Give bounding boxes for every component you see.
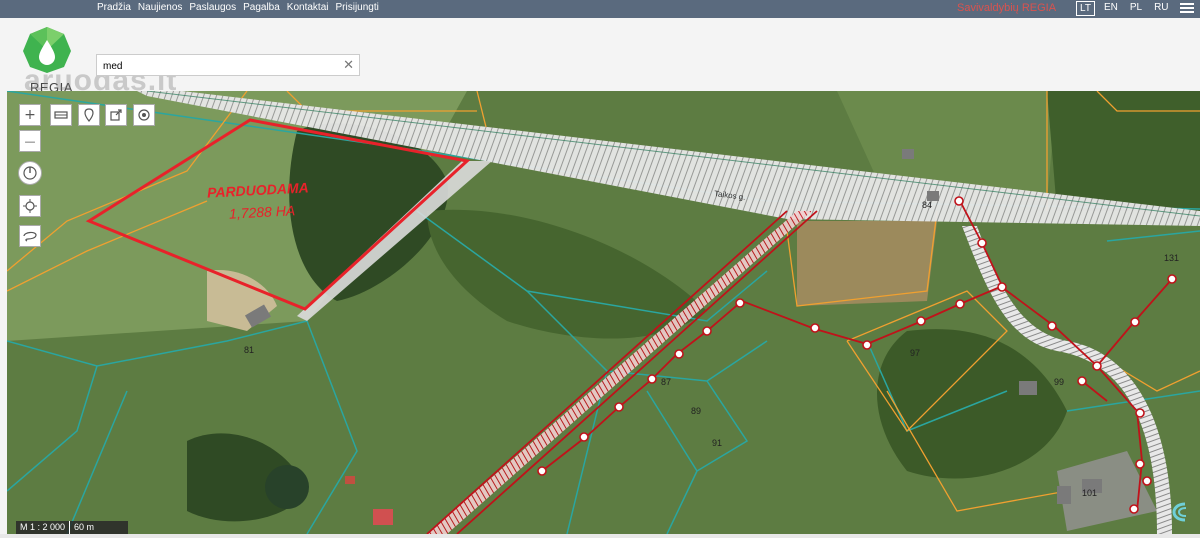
- pin-icon[interactable]: [78, 104, 100, 126]
- close-icon[interactable]: ✕: [343, 57, 354, 73]
- parcel-number: 84: [922, 200, 933, 210]
- lang-en[interactable]: EN: [1101, 1, 1121, 16]
- zoom-out-button[interactable]: —: [19, 130, 41, 152]
- parcel-number: 81: [244, 345, 255, 355]
- brand-title[interactable]: Savivaldybių REGIA: [957, 2, 1056, 14]
- lang-lt[interactable]: LT: [1076, 1, 1095, 16]
- parcel-number: 99: [1054, 377, 1065, 387]
- header: REGIA aruodas.lt ✕: [0, 18, 1200, 97]
- scale-distance: 60 m: [69, 521, 128, 534]
- zoom-in-button[interactable]: +: [19, 104, 41, 126]
- parcel-number: 131: [1164, 253, 1180, 263]
- parcel-number: 89: [691, 406, 702, 416]
- compass-icon[interactable]: [18, 161, 42, 185]
- nav-item-pagalba[interactable]: Pagalba: [243, 2, 280, 13]
- map-scale: M 1 : 2 000 60 m: [16, 521, 129, 534]
- export-icon[interactable]: [105, 104, 127, 126]
- layers-icon[interactable]: [50, 104, 72, 126]
- parcel-number: 101: [1082, 488, 1098, 498]
- search-box: ✕: [96, 54, 360, 76]
- language-switcher: LT EN PL RU: [1076, 1, 1172, 16]
- target-icon[interactable]: [133, 104, 155, 126]
- nav-item-paslaugos[interactable]: Paslaugos: [189, 2, 236, 13]
- nav-item-pradzia[interactable]: Pradžia: [97, 2, 131, 13]
- lang-pl[interactable]: PL: [1127, 1, 1145, 16]
- map-view[interactable]: PARDUODAMA 1,7288 HA Taikos g. 81 87 89 …: [7, 91, 1200, 534]
- locate-icon[interactable]: [19, 195, 41, 217]
- search-input[interactable]: [101, 57, 340, 75]
- attribution-logo-icon: [1172, 502, 1187, 522]
- lasso-icon[interactable]: [19, 225, 41, 247]
- parcel-number: 87: [661, 377, 672, 387]
- top-bar: Pradžia Naujienos Paslaugos Pagalba Kont…: [0, 0, 1200, 18]
- nav-item-kontaktai[interactable]: Kontaktai: [287, 2, 329, 13]
- scale-ratio: M 1 : 2 000: [20, 522, 66, 532]
- nav-item-naujienos[interactable]: Naujienos: [138, 2, 182, 13]
- map-canvas[interactable]: [7, 91, 1200, 534]
- nav-item-prisijungti[interactable]: Prisijungti: [336, 2, 379, 13]
- hamburger-menu-icon[interactable]: [1180, 1, 1194, 15]
- parcel-number: 97: [910, 348, 921, 358]
- main-nav: Pradžia Naujienos Paslaugos Pagalba Kont…: [97, 2, 386, 13]
- lang-ru[interactable]: RU: [1151, 1, 1171, 16]
- footer-strip: [0, 534, 1200, 538]
- parcel-number: 91: [712, 438, 723, 448]
